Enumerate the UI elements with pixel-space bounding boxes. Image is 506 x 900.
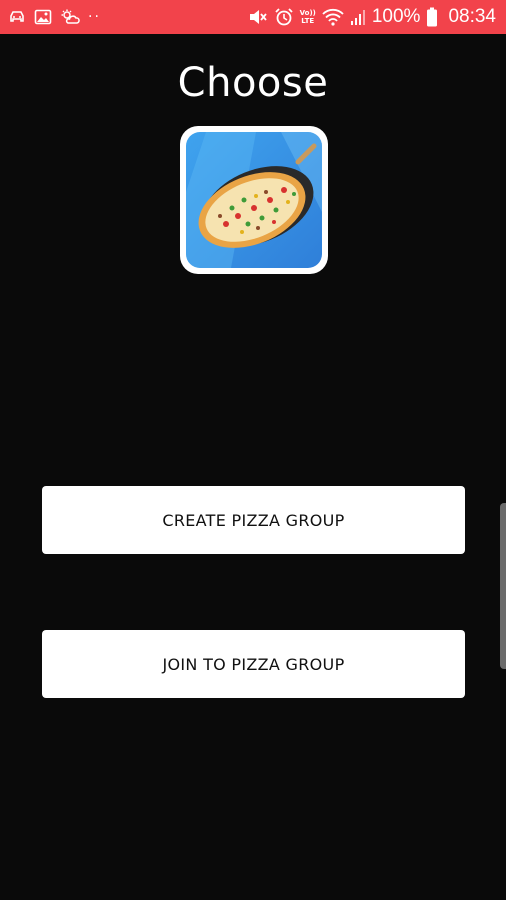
- pizza-app-icon: [180, 126, 328, 274]
- status-clock: 08:34: [448, 6, 496, 27]
- edge-panel-handle[interactable]: [500, 503, 506, 669]
- alarm-icon: [274, 6, 294, 28]
- notification-dots: ··: [88, 9, 101, 25]
- volte-top-label: Vo)): [299, 9, 316, 17]
- status-bar-left: ··: [8, 6, 101, 28]
- pizza-logo-artwork: [186, 132, 322, 268]
- weather-icon: [60, 6, 80, 28]
- image-icon: [34, 6, 52, 28]
- mute-icon: [248, 6, 268, 28]
- car-icon: [8, 6, 26, 28]
- page-title: Choose: [177, 60, 329, 106]
- volte-bottom-label: LTE: [301, 17, 315, 25]
- volte-icon: Vo)) LTE: [300, 6, 316, 28]
- app-screen: ·· Vo)) LTE 100% 08:34 Choose CREATE PIZ…: [0, 0, 506, 900]
- wifi-icon: [322, 6, 344, 28]
- status-bar: ·· Vo)) LTE 100% 08:34: [0, 0, 506, 34]
- create-pizza-group-button[interactable]: CREATE PIZZA GROUP: [42, 486, 465, 554]
- signal-icon: [350, 6, 366, 28]
- status-bar-right: Vo)) LTE 100% 08:34: [248, 4, 496, 30]
- join-pizza-group-button[interactable]: JOIN TO PIZZA GROUP: [42, 630, 465, 698]
- battery-percentage: 100%: [371, 6, 421, 27]
- battery-icon: [426, 6, 438, 28]
